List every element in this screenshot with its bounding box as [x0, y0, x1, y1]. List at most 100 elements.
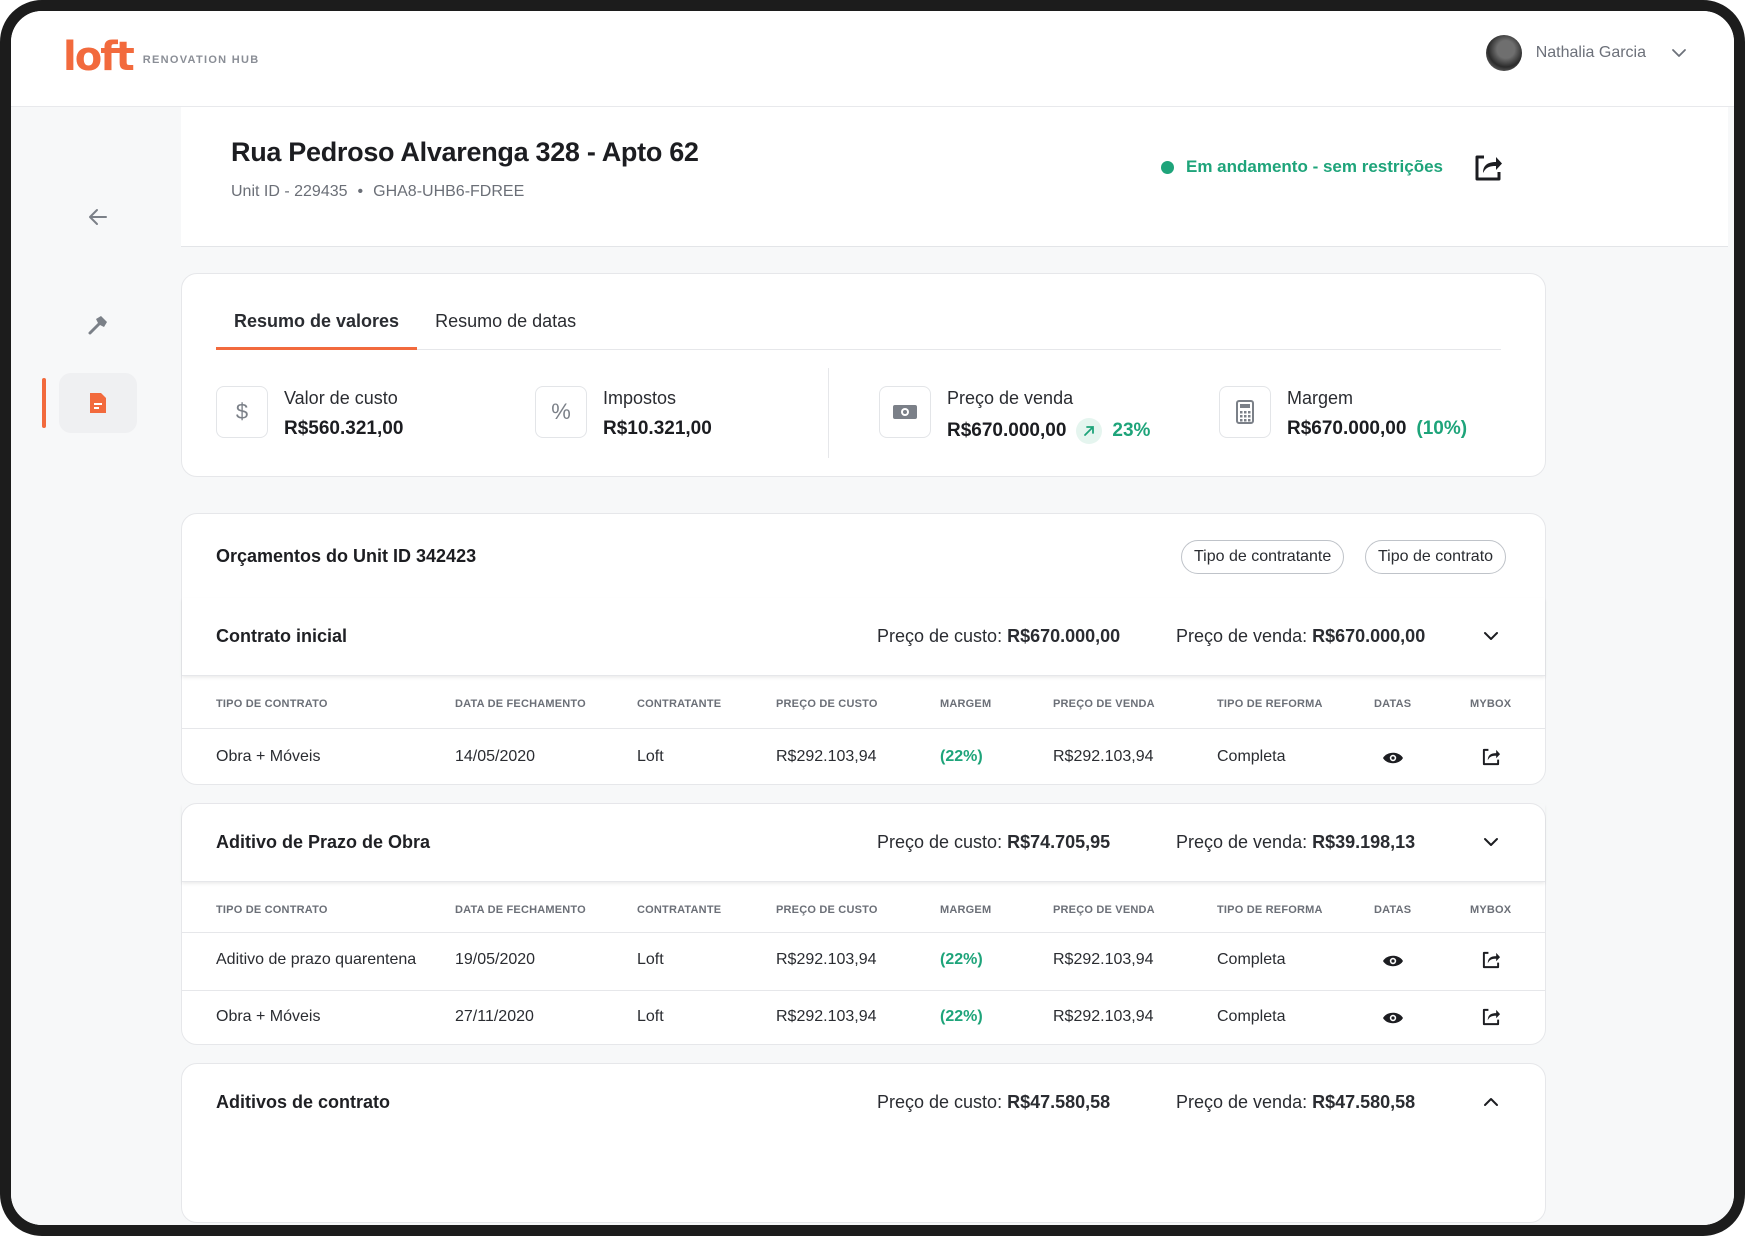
- kpi-divider: [828, 368, 829, 458]
- cell-preco-venda: R$292.103,94: [1053, 748, 1154, 765]
- kpi-value: R$560.321,00: [284, 418, 403, 440]
- summary-card: Resumo de valores Resumo de datas $ Valo…: [181, 273, 1546, 477]
- sale-value: R$670.000,00: [1312, 626, 1426, 646]
- cell-tipo-de-contrato: Obra + Móveis: [216, 748, 321, 765]
- chevron-down-icon[interactable]: [1481, 832, 1501, 852]
- kpi-label: Valor de custo: [284, 388, 398, 408]
- col-contratante: CONTRATANTE: [637, 698, 722, 710]
- cell-preco-custo: R$292.103,94: [776, 1008, 877, 1025]
- kpi-trend-value: 23%: [1112, 420, 1151, 441]
- kpi-value: R$10.321,00: [603, 418, 712, 440]
- cell-margem: (22%): [940, 748, 983, 765]
- group-header-contrato-inicial[interactable]: Contrato inicial Preço de custo: R$670.0…: [182, 598, 1545, 676]
- group-cost: Preço de custo: R$74.705,95: [877, 832, 1110, 853]
- back-button[interactable]: [59, 187, 137, 247]
- kpi-amount: R$670.000,00: [947, 420, 1067, 441]
- col-margem: MARGEM: [940, 904, 992, 916]
- group-card-aditivos-de-contrato: Aditivos de contrato Preço de custo: R$4…: [181, 1063, 1546, 1223]
- user-name: Nathalia Garcia: [1535, 44, 1646, 61]
- page-title: Rua Pedroso Alvarenga 328 - Apto 62: [231, 137, 699, 167]
- col-datas: DATAS: [1374, 698, 1412, 710]
- kpi-amount: R$670.000,00: [1287, 418, 1407, 439]
- top-bar: loft RENOVATION HUB Nathalia Garcia: [11, 11, 1734, 107]
- unit-subtitle: Unit ID - 229435 • GHA8-UHB6-FDREE: [231, 183, 524, 201]
- cell-data: 19/05/2020: [455, 951, 536, 968]
- loft-logo-mark: loft: [63, 34, 135, 80]
- cell-preco-custo: R$292.103,94: [776, 951, 877, 968]
- cost-label: Preço de custo:: [877, 626, 1003, 646]
- cell-margem: (22%): [940, 951, 983, 968]
- table-row[interactable]: Aditivo de prazo quarentena 19/05/2020 L…: [182, 933, 1545, 990]
- calculator-icon: [1219, 386, 1271, 438]
- kpi-valor-de-custo: $ Valor de custo R$560.321,00: [216, 386, 403, 440]
- cell-preco-venda: R$292.103,94: [1053, 1008, 1154, 1025]
- cell-tipo-de-contrato: Aditivo de prazo quarentena: [216, 951, 417, 968]
- chevron-down-icon[interactable]: [1481, 626, 1501, 646]
- group-sale: Preço de venda: R$47.580,58: [1176, 1092, 1415, 1113]
- eye-icon[interactable]: [1382, 751, 1404, 765]
- kpi-impostos: % Impostos R$10.321,00: [535, 386, 712, 440]
- col-preco-de-custo: PREÇO DE CUSTO: [776, 904, 878, 916]
- cell-preco-venda: R$292.103,94: [1053, 951, 1154, 968]
- col-data-de-fechamento: DATA DE FECHAMENTO: [455, 904, 586, 916]
- active-nav-indicator: [42, 378, 46, 428]
- filter-tipo-de-contratante[interactable]: Tipo de contratante: [1181, 540, 1345, 574]
- cell-margem: (22%): [940, 1008, 983, 1025]
- kpi-margin-pct: (10%): [1416, 418, 1468, 439]
- cell-tipo-reforma: Completa: [1217, 1008, 1286, 1025]
- kpi-margem: Margem R$670.000,00 (10%): [1219, 386, 1467, 440]
- eye-icon[interactable]: [1382, 954, 1404, 968]
- share-icon[interactable]: [1471, 151, 1505, 185]
- share-icon[interactable]: [1480, 746, 1502, 768]
- col-preco-de-venda: PREÇO DE VENDA: [1053, 698, 1155, 710]
- tab-resumo-de-valores[interactable]: Resumo de valores: [216, 308, 418, 350]
- kpi-amount: R$10.321,00: [603, 418, 712, 439]
- dollar-icon: $: [216, 386, 268, 438]
- group-header-aditivos-de-contrato[interactable]: Aditivos de contrato Preço de custo: R$4…: [182, 1064, 1545, 1142]
- share-icon[interactable]: [1480, 949, 1502, 971]
- kpi-amount: R$560.321,00: [284, 418, 404, 439]
- sale-label: Preço de venda:: [1176, 832, 1308, 852]
- status-badge: Em andamento - sem restrições: [1161, 157, 1443, 177]
- percent-icon: %: [535, 386, 587, 438]
- cell-data: 14/05/2020: [455, 748, 536, 765]
- user-menu[interactable]: Nathalia Garcia: [1485, 35, 1688, 71]
- group-header-aditivo-de-prazo[interactable]: Aditivo de Prazo de Obra Preço de custo:…: [182, 804, 1545, 882]
- cell-data: 27/11/2020: [455, 1008, 534, 1025]
- sale-label: Preço de venda:: [1176, 1092, 1308, 1112]
- kpi-value: R$670.000,00 (10%): [1287, 418, 1467, 440]
- status-text: Em andamento - sem restrições: [1186, 157, 1443, 176]
- table-row[interactable]: Obra + Móveis 27/11/2020 Loft R$292.103,…: [182, 990, 1545, 1047]
- kpi-value: R$670.000,00 23%: [947, 418, 1150, 444]
- trend-up-icon: [1076, 418, 1103, 444]
- main-content: Rua Pedroso Alvarenga 328 - Apto 62 Unit…: [165, 107, 1734, 1225]
- document-icon: [90, 393, 106, 413]
- group-card-aditivo-de-prazo: Aditivo de Prazo de Obra Preço de custo:…: [181, 803, 1546, 1045]
- group-sale: Preço de venda: R$39.198,13: [1176, 832, 1415, 853]
- unit-code: GHA8-UHB6-FDREE: [373, 183, 525, 200]
- group-name: Aditivo de Prazo de Obra: [216, 832, 431, 852]
- table-row[interactable]: Obra + Móveis 14/05/2020 Loft R$292.103,…: [182, 730, 1545, 787]
- renovation-tools-button[interactable]: [59, 295, 137, 355]
- chevron-up-icon[interactable]: [1481, 1092, 1501, 1112]
- col-data-de-fechamento: DATA DE FECHAMENTO: [455, 698, 586, 710]
- subtitle-separator: •: [357, 183, 364, 200]
- group-cost: Preço de custo: R$47.580,58: [877, 1092, 1110, 1113]
- cost-label: Preço de custo:: [877, 1092, 1003, 1112]
- unit-id: Unit ID - 229435: [231, 183, 348, 200]
- chevron-down-icon[interactable]: [1670, 44, 1688, 62]
- cost-value: R$47.580,58: [1007, 1092, 1111, 1112]
- logo[interactable]: loft RENOVATION HUB: [63, 37, 260, 77]
- share-icon[interactable]: [1480, 1006, 1502, 1028]
- cell-tipo-de-contrato: Obra + Móveis: [216, 1008, 321, 1025]
- cell-preco-custo: R$292.103,94: [776, 748, 877, 765]
- documents-button[interactable]: [59, 373, 137, 433]
- group-cost: Preço de custo: R$670.000,00: [877, 626, 1120, 647]
- eye-icon[interactable]: [1382, 1011, 1404, 1025]
- budgets-title: Orçamentos do Unit ID 342423: [216, 546, 477, 566]
- kpi-preco-de-venda: Preço de venda R$670.000,00 23%: [879, 386, 1150, 444]
- logo-subtitle: RENOVATION HUB: [142, 54, 260, 66]
- tab-resumo-de-datas[interactable]: Resumo de datas: [417, 308, 594, 350]
- cost-label: Preço de custo:: [877, 832, 1003, 852]
- filter-tipo-de-contrato[interactable]: Tipo de contrato: [1365, 540, 1507, 574]
